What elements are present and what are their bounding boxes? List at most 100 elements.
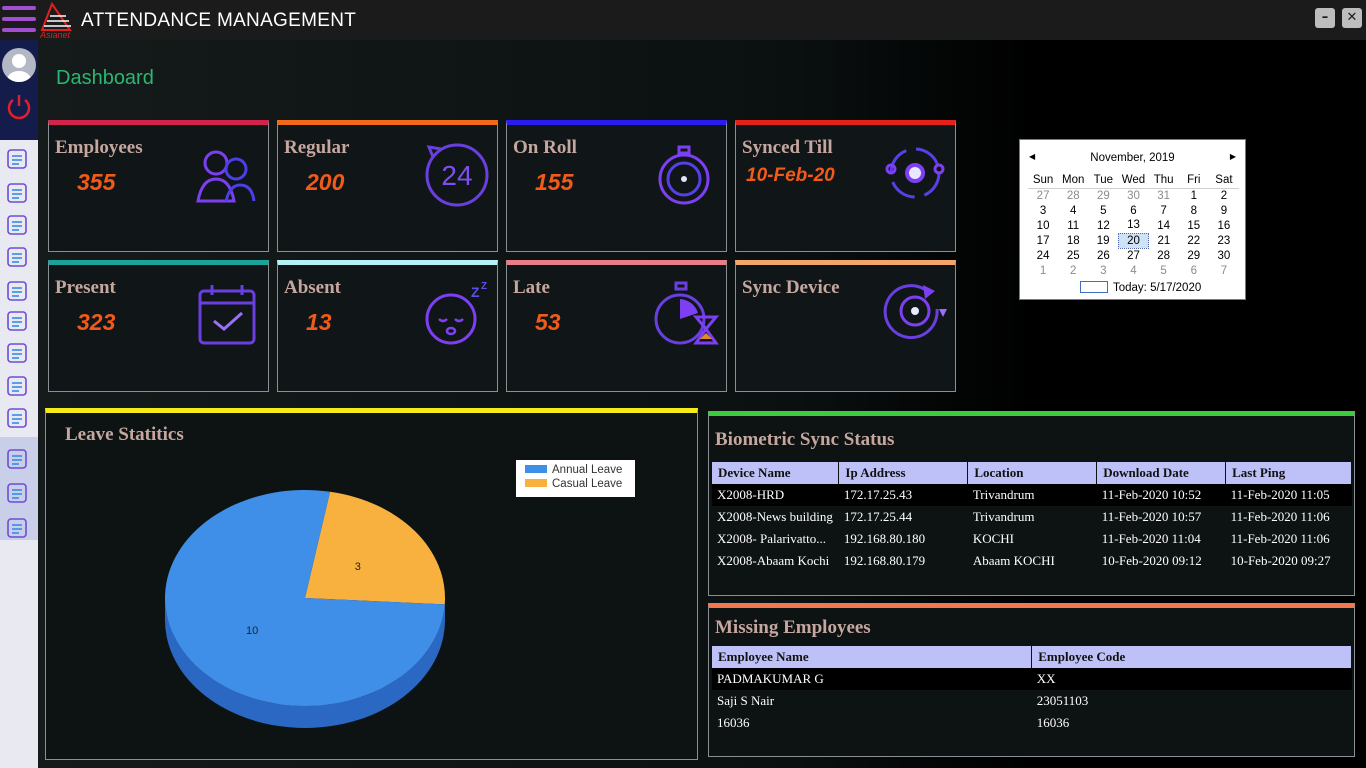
column-header[interactable]: Employee Name: [712, 646, 1033, 668]
calendar-day[interactable]: 11: [1058, 218, 1088, 233]
calendar-day[interactable]: 26: [1088, 248, 1118, 263]
card-label: Sync Device: [742, 277, 840, 298]
calendar-day[interactable]: 3: [1088, 263, 1118, 278]
calendar-day[interactable]: 27: [1028, 188, 1058, 203]
column-header[interactable]: Ip Address: [838, 462, 969, 484]
card-label: Late: [513, 277, 550, 298]
checklist-icon[interactable]: [4, 373, 30, 399]
calendar-day[interactable]: 8: [1179, 203, 1209, 218]
power-icon[interactable]: [4, 92, 34, 122]
calendar-day[interactable]: 2: [1058, 263, 1088, 278]
calendar-day[interactable]: 23: [1209, 233, 1239, 248]
calendar-day[interactable]: 4: [1118, 263, 1148, 278]
calendar-day[interactable]: 5: [1149, 263, 1179, 278]
user-search-icon[interactable]: [4, 405, 30, 431]
table-cell: 11-Feb-2020 11:05: [1225, 484, 1352, 506]
calendar-day[interactable]: 1: [1179, 188, 1209, 203]
svg-text:Z: Z: [471, 284, 480, 300]
card-regular[interactable]: Regular 200 24: [277, 120, 498, 252]
column-header[interactable]: Device Name: [712, 462, 840, 484]
calendar-today[interactable]: Today: 5/17/2020: [1080, 281, 1201, 294]
calendar-day[interactable]: 17: [1028, 233, 1058, 248]
column-header[interactable]: Download Date: [1096, 462, 1227, 484]
calendar-day[interactable]: 3: [1028, 203, 1058, 218]
close-button[interactable]: ✕: [1342, 8, 1362, 28]
calendar-day[interactable]: 21: [1149, 233, 1179, 248]
calendar-day[interactable]: 6: [1179, 263, 1209, 278]
calendar-day[interactable]: 31: [1149, 188, 1179, 203]
page-title: Dashboard: [56, 67, 154, 89]
report-icon[interactable]: [4, 146, 30, 172]
building-icon[interactable]: [4, 212, 30, 238]
card-absent[interactable]: Absent 13 Z Z: [277, 260, 498, 392]
globe-icon[interactable]: [4, 180, 30, 206]
calendar-day[interactable]: 15: [1179, 218, 1209, 233]
card-on-roll[interactable]: On Roll 155: [506, 120, 727, 252]
calendar-day[interactable]: 13: [1118, 218, 1148, 233]
briefcase-icon[interactable]: [4, 244, 30, 270]
calendar-day[interactable]: 9: [1209, 203, 1239, 218]
card-employees[interactable]: Employees 355: [48, 120, 269, 252]
calendar-day[interactable]: 25: [1058, 248, 1088, 263]
calendar-day[interactable]: 24: [1028, 248, 1058, 263]
calendar-day[interactable]: 7: [1149, 203, 1179, 218]
table-cell: X2008-News building: [717, 509, 833, 524]
card-present[interactable]: Present 323: [48, 260, 269, 392]
card-value: 323: [77, 309, 116, 335]
card-sync-device[interactable]: Sync Device: [735, 260, 956, 392]
calendar-day[interactable]: 28: [1058, 188, 1088, 203]
card-label: Synced Till: [742, 137, 833, 158]
calendar-day[interactable]: 16: [1209, 218, 1239, 233]
table-cell: X2008-HRD: [712, 484, 839, 506]
hamburger-menu-icon[interactable]: [2, 6, 36, 36]
calendar-day[interactable]: 30: [1118, 188, 1148, 203]
calendar-day[interactable]: 19: [1088, 233, 1118, 248]
table-row[interactable]: X2008-News building 172.17.25.44 Trivandru…: [712, 506, 1352, 528]
calendar-day[interactable]: 14: [1149, 218, 1179, 233]
calendar-day[interactable]: 27: [1118, 248, 1148, 263]
calendar-next-icon[interactable]: ▶: [1230, 152, 1236, 161]
minimize-button[interactable]: –: [1315, 8, 1335, 28]
id-card-icon[interactable]: [4, 480, 30, 506]
card-late[interactable]: Late 53: [506, 260, 727, 392]
table-row[interactable]: X2008-HRD 172.17.25.43 Trivandrum 11-Feb-20…: [712, 484, 1352, 506]
table-row[interactable]: X2008-Abaam Kochi 192.168.80.179 Abaam KOC…: [712, 550, 1352, 572]
calendar-day[interactable]: 5: [1088, 203, 1118, 218]
month-calendar[interactable]: ◀ November, 2019 ▶ Sun Mon Tue Wed Thu Fri Sat…: [1019, 139, 1246, 300]
calendar-day[interactable]: 10: [1028, 218, 1058, 233]
calendar-day[interactable]: 29: [1088, 188, 1118, 203]
table-row[interactable]: 16036 16036: [712, 712, 1352, 734]
table-row[interactable]: Saji S Nair 23051103: [712, 690, 1352, 712]
stopwatch-icon: [650, 139, 720, 209]
column-header[interactable]: Location: [967, 462, 1098, 484]
card-value: 13: [306, 309, 332, 335]
table-cell: 192.168.80.179: [843, 553, 926, 568]
calendar-day[interactable]: 28: [1149, 248, 1179, 263]
calendar-day[interactable]: 7: [1209, 263, 1239, 278]
document-icon[interactable]: [4, 446, 30, 472]
calendar-month-label: November, 2019: [1090, 152, 1175, 164]
stopwatch-icon[interactable]: [4, 340, 30, 366]
sync-table: Device Name Ip Address Location Download Da…: [712, 462, 1352, 572]
settings-icon[interactable]: [4, 515, 30, 541]
calendar-day[interactable]: 4: [1058, 203, 1088, 218]
column-header[interactable]: Last Ping: [1225, 462, 1352, 484]
calendar-day[interactable]: 30: [1209, 248, 1239, 263]
calendar-day[interactable]: 12: [1088, 218, 1118, 233]
table-cell: Trivandrum: [972, 509, 1035, 524]
calendar-day[interactable]: 2: [1209, 188, 1239, 203]
calendar-day[interactable]: 1: [1028, 263, 1058, 278]
table-cell: X2008- Palarivatto...: [717, 531, 827, 546]
calendar-day[interactable]: 18: [1058, 233, 1088, 248]
column-header[interactable]: Employee Code: [1031, 646, 1352, 668]
calendar-day[interactable]: 29: [1179, 248, 1209, 263]
calendar-day[interactable]: 22: [1179, 233, 1209, 248]
card-synced-till[interactable]: Synced Till 10-Feb-20: [735, 120, 956, 252]
avatar[interactable]: [2, 48, 36, 82]
table-row[interactable]: X2008- Palarivatto... 192.168.80.180 KOCHI…: [712, 528, 1352, 550]
table-row[interactable]: PADMAKUMAR G XX: [712, 668, 1352, 690]
umbrella-icon[interactable]: [4, 278, 30, 304]
calendar-day[interactable]: 6: [1118, 203, 1148, 218]
calendar-day[interactable]: 20: [1117, 232, 1150, 249]
calendar-icon[interactable]: [4, 308, 30, 334]
